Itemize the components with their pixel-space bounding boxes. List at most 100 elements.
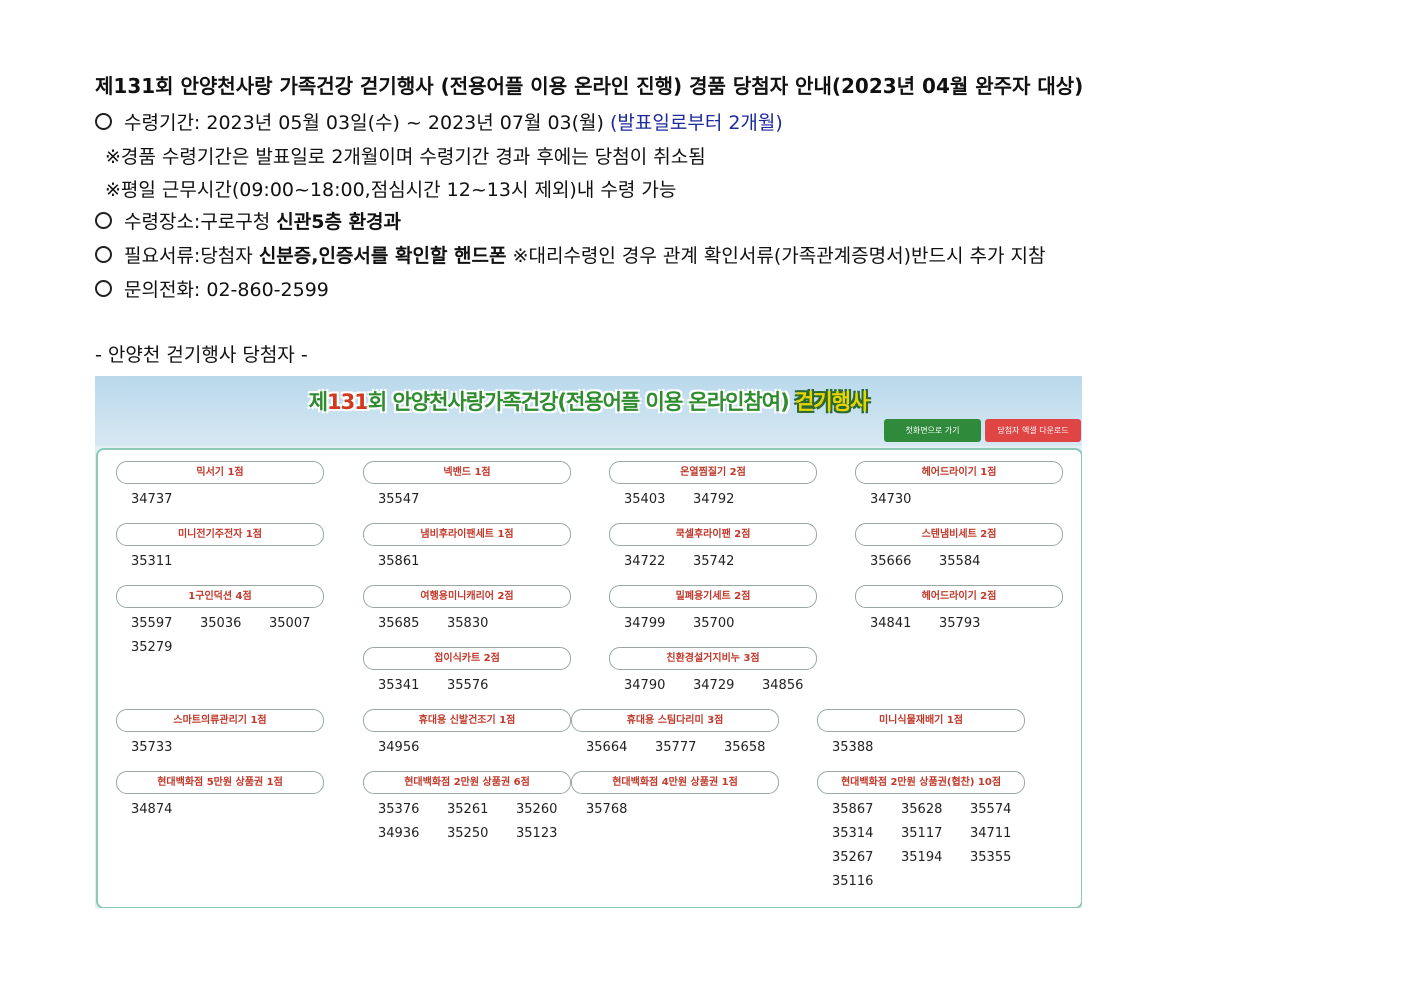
winner-number: 35830 [447, 616, 489, 631]
banner-walk: 걷기행사 [795, 390, 869, 414]
receipt-place: 수령장소:구로구청 신관5층 환경과 [95, 207, 401, 234]
winner-number: 35733 [131, 740, 173, 755]
winner-number: 35793 [939, 616, 981, 631]
prize-name: 믹서기 1점 [116, 461, 324, 484]
prize-name: 스마트의류관리기 1점 [116, 709, 324, 732]
prize-name: 헤어드라이기 1점 [855, 461, 1063, 484]
winner-number: 35700 [693, 616, 735, 631]
winner-list: 35388 [832, 736, 1042, 760]
circle-bullet-icon [95, 280, 112, 297]
banner-number: 131 [327, 390, 369, 414]
winner-number: 35279 [131, 640, 173, 655]
contact-text: 문의전화: 02-860-2599 [124, 279, 329, 301]
prize-name: 냄비후라이팬세트 1점 [363, 523, 571, 546]
winner-number: 34956 [378, 740, 420, 755]
prize-name: 현대백화점 5만원 상품권 1점 [116, 771, 324, 794]
winner-number: 34722 [624, 554, 666, 569]
note-hours: ※평일 근무시간(09:00~18:00,점심시간 12~13시 제외)내 수령… [105, 179, 677, 201]
prize-name: 쿡셀후라이팬 2점 [609, 523, 817, 546]
prize-name: 접이식카트 2점 [363, 647, 571, 670]
winner-number: 34874 [131, 802, 173, 817]
winner-list: 34841 35793 [870, 612, 1080, 636]
winner-number: 34936 [378, 826, 420, 841]
banner-prefix: 제 [308, 390, 328, 414]
receipt-period: 수령기간: 2023년 05월 03일(수) ~ 2023년 07월 03(월)… [95, 108, 783, 135]
winner-number: 35628 [901, 802, 943, 817]
winner-list: 35311 [131, 550, 341, 574]
banner-middle: 회 안양천사랑가족건강(전용어플 이용 온라인참여) [367, 390, 796, 414]
winner-list: 34730 [870, 488, 1080, 512]
winner-number: 34711 [970, 826, 1012, 841]
winner-number: 35547 [378, 492, 420, 507]
winner-number: 34730 [870, 492, 912, 507]
prize-name: 스텐냄비세트 2점 [855, 523, 1063, 546]
note-expiry: ※경품 수령기간은 발표일로 2개월이며 수령기간 경과 후에는 당첨이 취소됨 [105, 146, 706, 168]
winner-number: 35861 [378, 554, 420, 569]
winner-number: 35658 [724, 740, 766, 755]
winner-list: 35341 35576 [378, 674, 588, 698]
winner-number: 35777 [655, 740, 697, 755]
winner-number: 34792 [693, 492, 735, 507]
winner-list: 35547 [378, 488, 588, 512]
winner-number: 35260 [516, 802, 558, 817]
winner-number: 35007 [269, 616, 311, 631]
winner-number: 35123 [516, 826, 558, 841]
period-note: (발표일로부터 2개월) [610, 112, 783, 134]
winner-number: 35666 [870, 554, 912, 569]
docs-bold: 신분증,인증서를 확인할 핸드폰 [258, 245, 507, 267]
winner-number: 35403 [624, 492, 666, 507]
winner-list: 35867 35628 35574 35314 35117 34711 35267 35194… [832, 798, 1042, 894]
winner-number: 35664 [586, 740, 628, 755]
circle-bullet-icon [95, 113, 112, 130]
prize-name: 현대백화점 2만원 상품권(협찬) 10점 [817, 771, 1025, 794]
circle-bullet-icon [95, 246, 112, 263]
winner-number: 35768 [586, 802, 628, 817]
winner-number: 34856 [762, 678, 804, 693]
winner-number: 35742 [693, 554, 735, 569]
winner-screenshot: 제131회 안양천사랑가족건강(전용어플 이용 온라인참여) 걷기행사 첫화면으… [95, 376, 1082, 908]
winner-number: 35311 [131, 554, 173, 569]
winner-number: 35685 [378, 616, 420, 631]
prize-name: 헤어드라이기 2점 [855, 585, 1063, 608]
docs-label: 필요서류:당첨자 [124, 245, 259, 267]
docs-note: ※대리수령인 경우 관계 확인서류(가족관계증명서)반드시 추가 지참 [506, 245, 1046, 267]
period-label: 수령기간: 2023년 05월 03일(수) ~ 2023년 07월 03(월) [124, 112, 604, 134]
winner-list: 34956 [378, 736, 588, 760]
winner-number: 34737 [131, 492, 173, 507]
winner-number: 34790 [624, 678, 666, 693]
winner-list: 35376 35261 35260 34936 35250 35123 [378, 798, 588, 846]
winner-list: 35861 [378, 550, 588, 574]
winner-number: 35597 [131, 616, 173, 631]
winner-number: 35250 [447, 826, 489, 841]
prize-name: 넥밴드 1점 [363, 461, 571, 484]
winner-list: 35768 [586, 798, 796, 822]
winner-number: 35116 [832, 874, 874, 889]
winner-number: 35036 [200, 616, 242, 631]
prize-name: 미니식물재배기 1점 [817, 709, 1025, 732]
banner: 제131회 안양천사랑가족건강(전용어플 이용 온라인참여) 걷기행사 첫화면으… [95, 376, 1082, 446]
prize-name: 온열찜질기 2점 [609, 461, 817, 484]
winner-number: 34729 [693, 678, 735, 693]
section-title: - 안양천 걷기행사 당첨자 - [95, 344, 308, 366]
winner-list: 35685 35830 [378, 612, 588, 636]
winner-number: 35576 [447, 678, 489, 693]
winner-list: 34737 [131, 488, 341, 512]
contact: 문의전화: 02-860-2599 [95, 275, 329, 302]
winner-list: 34722 35742 [624, 550, 834, 574]
winner-number: 35867 [832, 802, 874, 817]
winner-number: 35194 [901, 850, 943, 865]
circle-bullet-icon [95, 212, 112, 229]
prize-name: 현대백화점 2만원 상품권 6점 [363, 771, 571, 794]
winner-number: 35574 [970, 802, 1012, 817]
winner-list: 35403 34792 [624, 488, 834, 512]
winner-list: 35597 35036 35007 35279 [131, 612, 341, 660]
prize-name: 현대백화점 4만원 상품권 1점 [571, 771, 779, 794]
winner-number: 35117 [901, 826, 943, 841]
excel-download-button[interactable]: 당첨자 엑셀 다운로드 [985, 419, 1081, 442]
winner-number: 35355 [970, 850, 1012, 865]
winner-number: 35267 [832, 850, 874, 865]
home-button[interactable]: 첫화면으로 가기 [884, 419, 981, 442]
prize-name: 친환경설거지비누 3점 [609, 647, 817, 670]
winner-number: 35314 [832, 826, 874, 841]
winner-list: 34790 34729 34856 [624, 674, 834, 698]
